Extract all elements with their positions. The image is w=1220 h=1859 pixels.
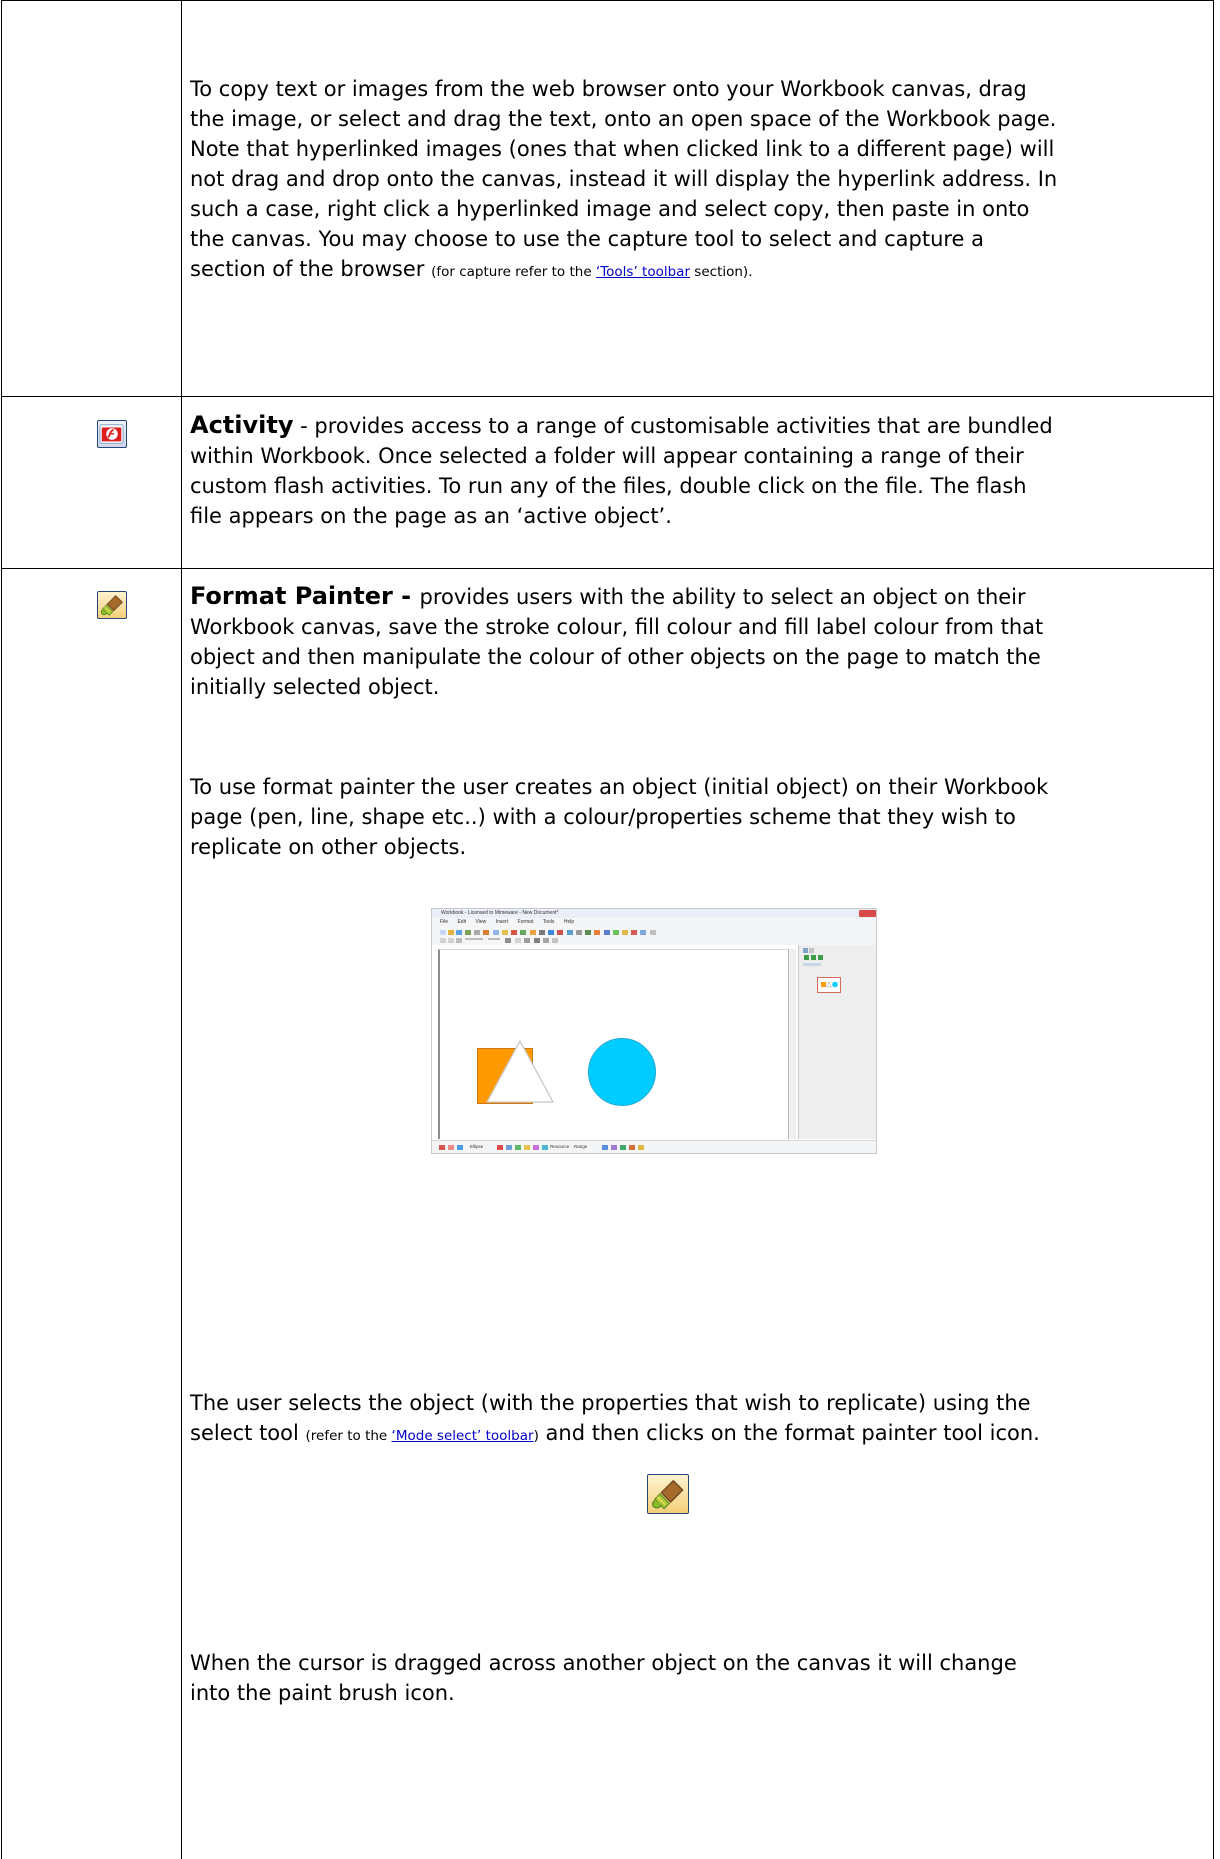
intro-paragraph-cell: To copy text or images from the web brow… [190, 74, 1060, 374]
table-right-border [1213, 0, 1214, 1859]
screenshot-menu-file: File [440, 919, 449, 925]
blue-circle-shape [588, 1038, 656, 1106]
tools-toolbar-link[interactable]: ‘Tools’ toolbar [596, 264, 690, 280]
activity-icon [97, 420, 127, 448]
row-divider-1 [1, 396, 1214, 397]
intro-paragraph: To copy text or images from the web brow… [190, 77, 1058, 281]
screenshot-close-button [859, 910, 876, 917]
screenshot-menubar: File Edit View Insert Format Tools Help [432, 918, 876, 927]
row-divider-2 [1, 568, 1214, 569]
screenshot-menu-tools: Tools [542, 919, 555, 925]
format-painter-usage: To use format painter the user creates a… [190, 775, 1049, 859]
screenshot-toolbar-icons-row-1 [440, 930, 656, 935]
table-left-border [1, 0, 2, 1859]
selection-text-suffix: and then clicks on the format painter to… [538, 1421, 1040, 1445]
screenshot-status-range: Range [574, 1144, 588, 1149]
screenshot-titlebar: Workbook - Licensed to Mimeware - New Do… [432, 909, 876, 918]
screenshot-page-sidebar [798, 945, 876, 1139]
screenshot-menu-insert: Insert [495, 919, 509, 925]
mode-select-toolbar-link[interactable]: ‘Mode select’ toolbar [392, 1428, 534, 1444]
table-top-border [1, 0, 1214, 1]
format-painter-cursor-cell: When the cursor is dragged across anothe… [190, 1648, 1060, 1728]
intro-note-suffix: section). [690, 264, 753, 280]
screenshot-toolbar [432, 927, 876, 945]
screenshot-sidebar-icons [803, 948, 823, 966]
selection-note-prefix: (refer to the [305, 1428, 392, 1444]
intro-note-prefix: (for capture refer to the [431, 264, 596, 280]
screenshot-status-resource: Resource [550, 1144, 570, 1149]
screenshot-menu-edit: Edit [457, 919, 467, 925]
screenshot-toolbar-icons-row-2 [440, 938, 558, 943]
cursor-behaviour-text: When the cursor is dragged across anothe… [190, 1651, 1017, 1705]
document-table: To copy text or images from the web brow… [0, 0, 1220, 1859]
inline-format-painter-icon [647, 1474, 689, 1514]
format-painter-icon [97, 591, 127, 619]
format-painter-description-cell: Format Painter - provides users with the… [190, 581, 1060, 731]
activity-description-cell: Activity - provides access to a range of… [190, 410, 1060, 560]
activity-title: Activity [190, 411, 294, 439]
screenshot-menu-view: View [475, 919, 487, 925]
format-painter-usage-cell: To use format painter the user creates a… [190, 772, 1060, 872]
workbook-screenshot: Workbook - Licensed to Mimeware - New Do… [431, 908, 877, 1154]
screenshot-page-thumbnail [817, 977, 841, 993]
table-middle-border [181, 0, 182, 1859]
activity-description: - provides access to a range of customis… [190, 414, 1053, 528]
screenshot-status-ellipse: Ellipse [470, 1144, 484, 1149]
format-painter-selection-cell: The user selects the object (with the pr… [190, 1388, 1060, 1488]
screenshot-menu-format: Format [517, 919, 534, 925]
screenshot-scrollbar [788, 949, 796, 1139]
screenshot-title: Workbook - Licensed to Mimeware - New Do… [441, 910, 559, 916]
screenshot-statusbar: Ellipse Resource Range [432, 1140, 876, 1153]
screenshot-menu-help: Help [563, 919, 575, 925]
white-triangle-shape [485, 1040, 555, 1103]
format-painter-title: Format Painter - [190, 582, 420, 610]
